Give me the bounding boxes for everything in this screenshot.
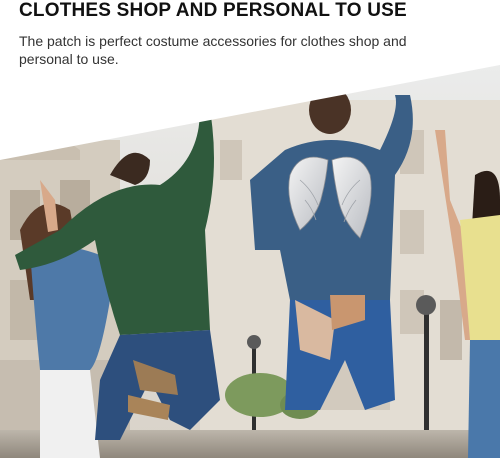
page-title: CLOTHES SHOP AND PERSONAL TO USE [19, 0, 407, 21]
product-photo [0, 0, 500, 458]
jumping-people-illustration [0, 0, 500, 458]
product-description: The patch is perfect costume accessories… [19, 33, 407, 67]
